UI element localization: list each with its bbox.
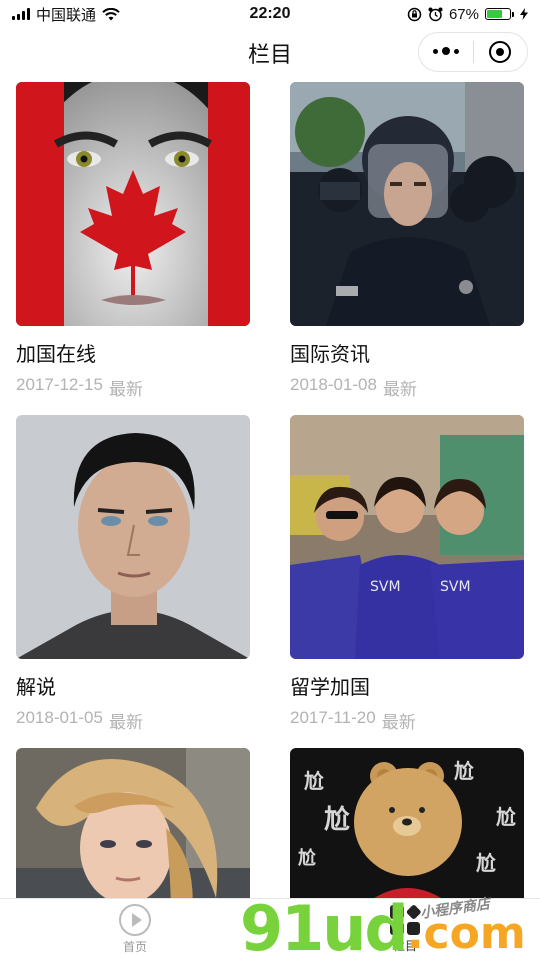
card-tag: 最新 <box>108 380 143 399</box>
card-date: 2018-01-05 <box>16 708 103 727</box>
category-card[interactable]: SVM SVM 留学加国 2017-11-20 最新 <box>290 415 524 733</box>
more-menu-button[interactable] <box>419 47 473 56</box>
signal-icon <box>12 8 30 20</box>
category-card[interactable]: 解说 2018-01-05 最新 <box>16 415 250 733</box>
battery-percent: 67% <box>448 5 479 23</box>
card-title: 加国在线 <box>16 344 96 366</box>
mini-program-capsule <box>418 32 528 72</box>
category-card[interactable]: 加国在线 2017-12-15 最新 <box>16 82 250 400</box>
card-meta: 2017-12-15 最新 <box>16 375 250 400</box>
charging-icon <box>520 8 528 20</box>
card-image-riot-police <box>290 82 524 326</box>
bear-char: 尬 <box>304 769 324 793</box>
card-date: 2017-11-20 <box>290 708 376 727</box>
card-meta: 2018-01-08 最新 <box>290 375 524 400</box>
tab-bar: 首页 栏目 <box>0 898 540 960</box>
target-icon <box>489 41 512 63</box>
bear-char: 尬 <box>454 759 474 783</box>
status-bar: 中国联通 22:20 67% <box>0 0 540 28</box>
bear-char: 尬 <box>496 805 516 829</box>
card-tag: 最新 <box>382 380 417 399</box>
tab-home[interactable]: 首页 <box>0 899 270 960</box>
rotation-lock-icon <box>407 7 422 21</box>
bear-char: 尬 <box>476 851 496 875</box>
tab-columns[interactable]: 栏目 <box>270 899 540 960</box>
card-tag: 最新 <box>381 713 416 732</box>
grid-icon <box>390 904 421 935</box>
card-title: 留学加国 <box>290 677 370 699</box>
card-title: 国际资讯 <box>290 344 370 366</box>
battery-icon <box>485 8 514 20</box>
card-tag: 最新 <box>108 713 143 732</box>
play-circle-icon <box>119 904 151 936</box>
svg-text:SVM: SVM <box>440 579 471 595</box>
svg-text:SVM: SVM <box>370 579 401 595</box>
nav-bar: 栏目 <box>0 28 540 78</box>
tab-label: 首页 <box>122 940 147 954</box>
card-image-students: SVM SVM <box>290 415 524 659</box>
card-image-man-portrait <box>16 415 250 659</box>
card-meta: 2018-01-05 最新 <box>16 708 250 733</box>
tab-label: 栏目 <box>392 939 417 953</box>
carrier-label: 中国联通 <box>36 6 97 24</box>
close-mini-program-button[interactable] <box>474 41 528 63</box>
status-right: 67% <box>407 6 528 23</box>
card-date: 2018-01-08 <box>290 375 377 394</box>
page-title: 栏目 <box>247 42 292 67</box>
status-left: 中国联通 <box>12 4 120 25</box>
clock: 22:20 <box>249 5 291 22</box>
category-card[interactable]: 国际资讯 2018-01-08 最新 <box>290 82 524 400</box>
card-meta: 2017-11-20 最新 <box>290 708 524 733</box>
wifi-icon <box>102 7 120 20</box>
bear-char: 尬 <box>298 847 316 869</box>
bear-char: 尬 <box>324 805 350 835</box>
card-title: 解说 <box>16 677 56 699</box>
card-date: 2017-12-15 <box>16 375 103 394</box>
card-image-canada-face <box>16 82 250 326</box>
alarm-icon <box>428 7 443 21</box>
